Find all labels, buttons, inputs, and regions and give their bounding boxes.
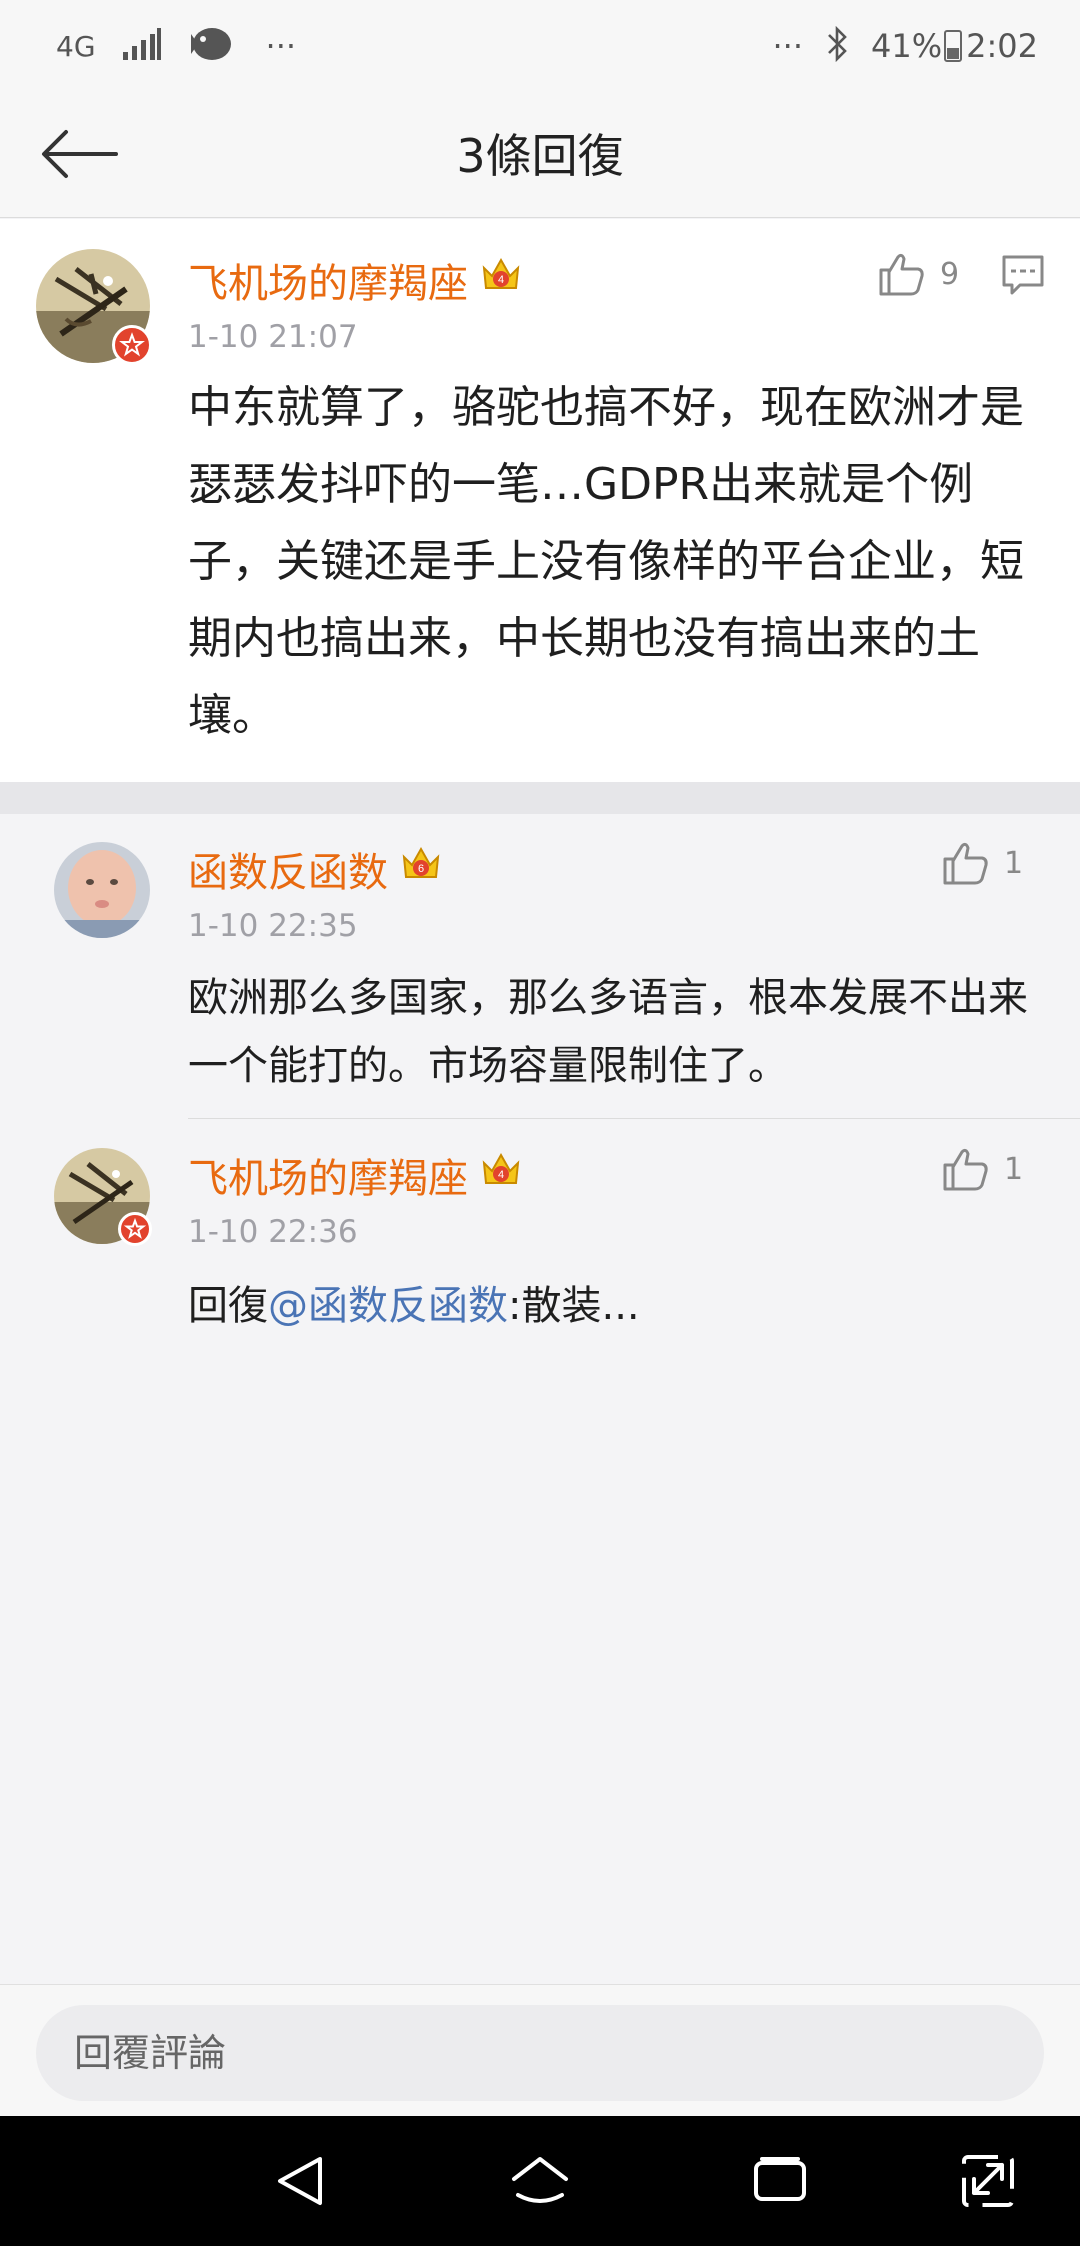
like-button[interactable]: 1	[940, 1144, 1023, 1194]
input-bar	[0, 1984, 1080, 2116]
reply-prefix: 回復	[188, 1283, 268, 1329]
like-button[interactable]: 1	[940, 838, 1023, 888]
reply-suffix: :散装...	[508, 1283, 640, 1329]
svg-text:4: 4	[498, 1169, 504, 1181]
recents-icon	[754, 2157, 806, 2201]
status-more-left: ···	[265, 27, 297, 65]
system-nav-bar	[0, 2116, 1080, 2246]
system-expand-button[interactable]	[956, 2151, 1020, 2211]
avatar[interactable]	[54, 1148, 152, 1246]
like-count: 1	[1004, 1151, 1024, 1187]
battery-icon	[944, 30, 963, 62]
system-recents-button[interactable]	[748, 2151, 812, 2211]
system-home-button[interactable]	[508, 2151, 572, 2211]
status-right: ··· 41% 2:02	[772, 22, 1038, 70]
reply-input[interactable]	[36, 2005, 1044, 2101]
main-comment: 飞机场的摩羯座 4 1-10 21:07 9 中东就算了，骆驼也搞不好，现在欧洲…	[0, 219, 1080, 782]
avatar[interactable]	[54, 842, 150, 938]
svg-text:4: 4	[498, 274, 504, 286]
app-fish-icon	[188, 24, 234, 68]
avatar-image	[54, 842, 150, 938]
verified-badge	[118, 1212, 152, 1246]
thumbs-up-icon	[943, 842, 988, 885]
username[interactable]: 飞机场的摩羯座 4	[188, 251, 524, 309]
timestamp: 1-10 22:35	[188, 908, 358, 944]
battery-level	[947, 47, 960, 59]
like-button[interactable]: 9	[876, 249, 959, 299]
page-title: 3條回復	[456, 129, 624, 183]
timestamp: 1-10 21:07	[188, 319, 358, 355]
like-count: 9	[940, 256, 960, 292]
mention-link[interactable]: @函数反函数	[268, 1283, 508, 1329]
triangle-back-icon	[278, 2157, 322, 2205]
expand-icon	[962, 2155, 1014, 2207]
timestamp: 1-10 22:36	[188, 1214, 358, 1250]
thumbs-up-icon	[879, 253, 924, 296]
vip-crown-icon: 6	[398, 843, 444, 895]
like-count: 1	[1004, 845, 1024, 881]
avatar[interactable]	[36, 249, 152, 365]
status-more-right: ···	[772, 27, 804, 65]
username-text[interactable]: 函数反函数	[188, 840, 388, 898]
vip-crown-icon: 4	[478, 254, 524, 306]
svg-text:6: 6	[418, 863, 424, 875]
nav-header: 3條回復	[0, 92, 1080, 218]
verified-badge	[112, 325, 152, 365]
comment-text: 中东就算了，骆驼也搞不好，现在欧洲才是瑟瑟发抖吓的一笔…GDPR出来就是个例子，…	[188, 382, 1024, 741]
system-back-button[interactable]	[270, 2151, 334, 2211]
username-text[interactable]: 飞机场的摩羯座	[188, 1146, 468, 1204]
status-bar: 4G ··· ··· 41% 2:02	[0, 0, 1080, 92]
reply-text: 回復@函数反函数:散装...	[188, 1272, 1038, 1340]
username[interactable]: 飞机场的摩羯座 4	[188, 1146, 524, 1204]
comment-icon	[1002, 255, 1044, 295]
battery-percent: 41%	[871, 27, 943, 65]
username[interactable]: 函数反函数 6	[188, 840, 444, 898]
replies-list: 函数反函数 6 1-10 22:35 1 欧洲那么多国家，那么多语言，根本发展不…	[0, 814, 1080, 1984]
home-icon	[512, 2157, 568, 2203]
section-divider	[0, 782, 1080, 814]
network-type: 4G	[56, 29, 96, 63]
signal-icon	[122, 28, 162, 64]
username-text[interactable]: 飞机场的摩羯座	[188, 251, 468, 309]
thumbs-up-icon	[943, 1148, 988, 1191]
vip-crown-icon: 4	[478, 1149, 524, 1201]
reply-text: 欧洲那么多国家，那么多语言，根本发展不出来一个能打的。市场容量限制住了。	[188, 975, 1028, 1089]
bluetooth-icon	[825, 25, 849, 66]
clock: 2:02	[966, 27, 1038, 65]
reply-divider	[188, 1118, 1080, 1119]
comment-button[interactable]	[1000, 253, 1046, 301]
status-left: 4G ···	[56, 22, 296, 70]
